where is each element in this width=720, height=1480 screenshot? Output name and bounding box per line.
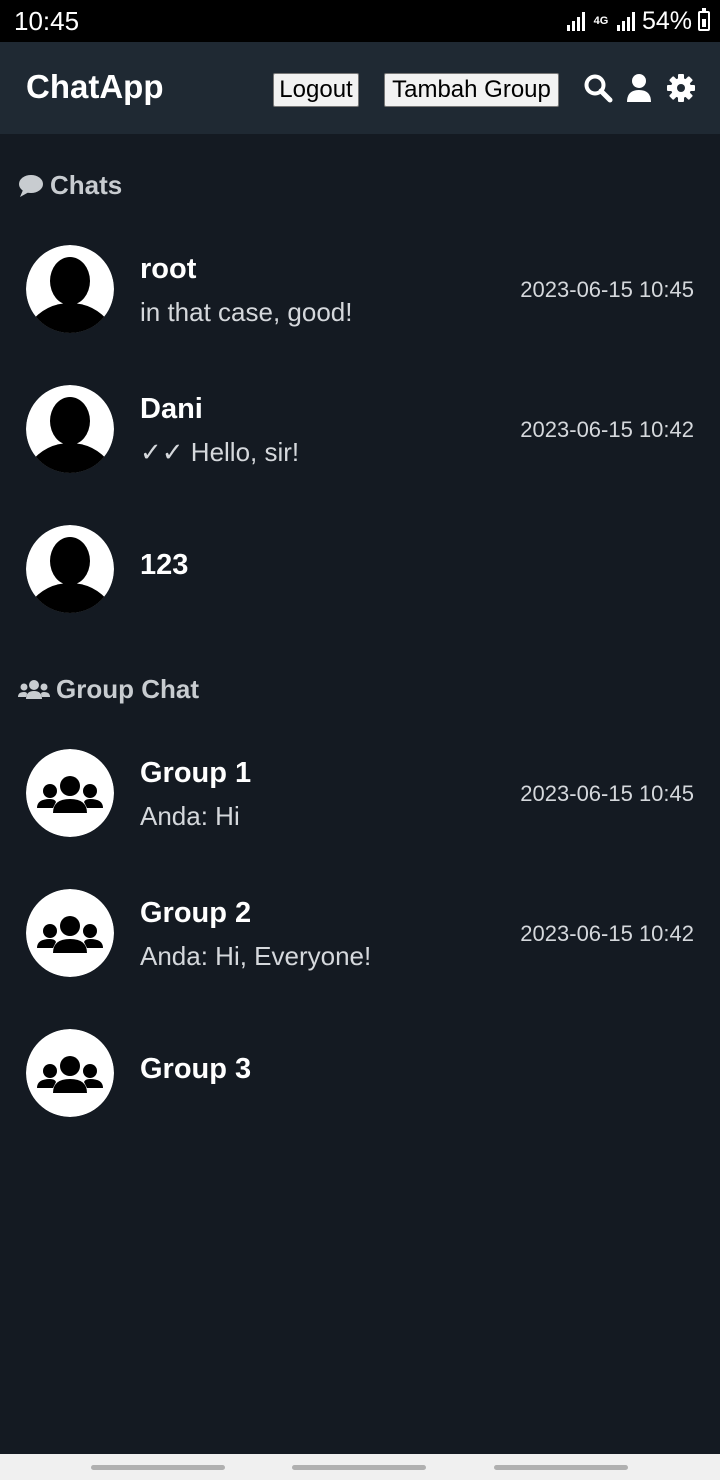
signal-icon-2 xyxy=(616,12,635,31)
battery-icon xyxy=(698,8,710,31)
chat-name: Dani xyxy=(140,393,203,425)
group-row-1[interactable]: Group 1 Anda: Hi 2023-06-15 10:45 xyxy=(0,729,720,849)
groups-header-label: Group Chat xyxy=(56,674,199,704)
group-preview: Anda: Hi, Everyone! xyxy=(140,941,372,971)
group-name: Group 3 xyxy=(140,1053,252,1085)
status-indicators: 4G 54% xyxy=(566,6,710,36)
chat-row-root[interactable]: root in that case, good! 2023-06-15 10:4… xyxy=(0,225,720,345)
gear-icon[interactable] xyxy=(666,73,696,103)
logout-button[interactable]: Logout xyxy=(273,73,359,107)
group-name: Group 1 xyxy=(140,757,252,789)
group-avatar-icon xyxy=(26,889,114,977)
user-avatar-icon xyxy=(26,525,114,613)
group-row-3[interactable]: Group 3 xyxy=(0,1009,720,1129)
group-preview: Anda: Hi xyxy=(140,801,240,831)
group-time: 2023-06-15 10:42 xyxy=(520,921,694,946)
battery-percent: 54% xyxy=(641,6,692,35)
group-time: 2023-06-15 10:45 xyxy=(520,781,694,806)
chat-name: root xyxy=(140,253,197,285)
app-title: ChatApp xyxy=(26,68,164,105)
chat-preview: ✓✓ Hello, sir! xyxy=(140,437,300,467)
chat-bubble-icon xyxy=(19,174,43,197)
group-row-2[interactable]: Group 2 Anda: Hi, Everyone! 2023-06-15 1… xyxy=(0,869,720,989)
chats-header-label: Chats xyxy=(50,170,123,200)
users-icon xyxy=(18,679,50,699)
groups-section-header: Group Chat xyxy=(18,674,199,705)
system-nav-bar xyxy=(0,1454,720,1480)
group-avatar-icon xyxy=(26,1029,114,1117)
chat-row-123[interactable]: 123 xyxy=(0,505,720,625)
chat-preview: in that case, good! xyxy=(140,297,353,327)
chats-section-header: Chats xyxy=(18,170,122,201)
chat-time: 2023-06-15 10:42 xyxy=(520,417,694,442)
nav-recents-button[interactable] xyxy=(91,1465,225,1470)
user-avatar-icon xyxy=(26,245,114,333)
add-group-button[interactable]: Tambah Group xyxy=(384,73,559,107)
search-icon[interactable] xyxy=(583,73,613,103)
group-avatar-icon xyxy=(26,749,114,837)
status-time: 10:45 xyxy=(14,6,80,36)
chat-list-screen: 10:45 4G 54% ChatApp Logout Tambah Group xyxy=(0,0,720,1480)
chat-row-dani[interactable]: Dani ✓✓ Hello, sir! 2023-06-15 10:42 xyxy=(0,365,720,485)
network-type: 4G xyxy=(593,15,609,27)
nav-home-button[interactable] xyxy=(292,1465,426,1470)
chat-name: 123 xyxy=(140,549,189,581)
user-icon[interactable] xyxy=(624,73,654,103)
chat-time: 2023-06-15 10:45 xyxy=(520,277,694,302)
user-avatar-icon xyxy=(26,385,114,473)
app-bar: ChatApp Logout Tambah Group xyxy=(0,42,720,134)
status-bar: 10:45 4G 54% xyxy=(0,0,720,42)
signal-icon xyxy=(566,12,585,31)
nav-back-button[interactable] xyxy=(494,1465,628,1470)
group-name: Group 2 xyxy=(140,897,252,929)
